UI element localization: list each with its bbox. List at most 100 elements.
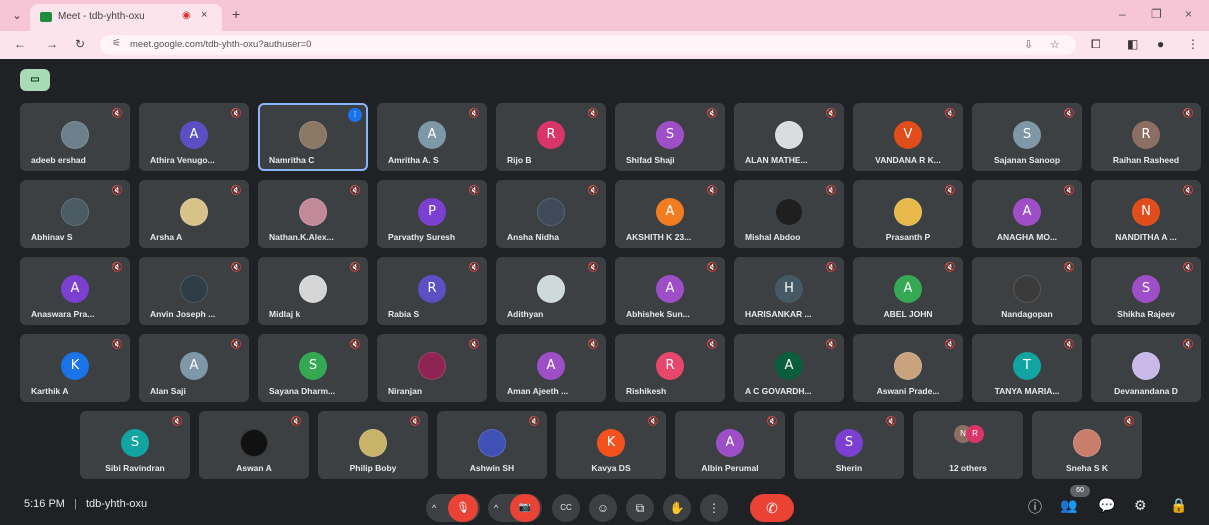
browser-menu-icon[interactable]: ⋮ <box>1187 37 1199 51</box>
muted-mic-icon: 🔇 <box>944 262 956 272</box>
browser-tab[interactable]: Meet - tdb-yhth-oxu ◉ × <box>30 4 222 31</box>
participant-tile[interactable]: 🔇 A Alan Saji <box>139 334 249 402</box>
bookmark-star-icon[interactable]: ☆ <box>1050 38 1060 51</box>
url-text[interactable]: meet.google.com/tdb-yhth-oxu?authuser=0 <box>130 39 311 50</box>
camera-permission-icon[interactable]: ⇩ <box>1024 38 1033 51</box>
participant-tile[interactable]: 🔇 K Karthik A <box>20 334 130 402</box>
raise-hand-button[interactable]: ✋ <box>663 494 691 522</box>
extensions-icon[interactable]: ⧠ <box>1091 37 1101 52</box>
participant-tile[interactable]: 🔇 A Albin Perumal <box>675 411 785 479</box>
activities-icon[interactable]: ⚙ <box>1134 497 1147 514</box>
participant-tile[interactable]: 🔇 A Abhishek Sun... <box>615 257 725 325</box>
muted-mic-icon: 🔇 <box>230 339 242 349</box>
omnibox[interactable]: ⚟ meet.google.com/tdb-yhth-oxu?authuser=… <box>100 35 1076 55</box>
participant-photo-avatar <box>61 198 89 226</box>
participant-tile[interactable]: 🔇 Ansha Nidha <box>496 180 606 248</box>
participant-tile[interactable]: 🔇 A AKSHITH K 23... <box>615 180 725 248</box>
participant-tile[interactable]: 🔇 S Sherin <box>794 411 904 479</box>
participant-tile[interactable]: 🔇 Abhinav S <box>20 180 130 248</box>
mic-options-chevron-icon[interactable]: ^ <box>432 494 436 522</box>
more-options-button[interactable]: ⋮ <box>700 494 728 522</box>
participant-tile[interactable]: 🔇 R Rabia S <box>377 257 487 325</box>
participant-tile[interactable]: 🔇 Aswan A <box>199 411 309 479</box>
emoji-reaction-button[interactable]: ☺ <box>589 494 617 522</box>
participant-tile[interactable]: 🔇 H HARISANKAR ... <box>734 257 844 325</box>
participant-initial-avatar: S <box>835 429 863 457</box>
camera-control[interactable]: ^ 📷 <box>488 494 542 522</box>
people-icon[interactable]: 👥 <box>1060 497 1077 514</box>
participant-tile[interactable]: 🔇 K Kavya DS <box>556 411 666 479</box>
participant-tile[interactable]: 🔇 A Amritha A. S <box>377 103 487 171</box>
muted-mic-icon: 🔇 <box>1063 262 1075 272</box>
participant-tile[interactable]: 🔇 Philip Boby <box>318 411 428 479</box>
participant-tile[interactable]: 🔇 Prasanth P <box>853 180 963 248</box>
participant-tile[interactable]: 🔇 S Shikha Rajeev <box>1091 257 1201 325</box>
participant-tile[interactable]: 🔇 Nandagopan <box>972 257 1082 325</box>
participant-tile[interactable]: 🔇 Adithyan <box>496 257 606 325</box>
participant-tile[interactable]: 🔇 A Anaswara Pra... <box>20 257 130 325</box>
participant-tile[interactable]: 🔇 Midlaj k <box>258 257 368 325</box>
camera-off-icon[interactable]: 📷 <box>510 494 540 522</box>
participant-name: Sajanan Sanoop <box>993 155 1061 165</box>
participant-name: TANYA MARIA... <box>994 386 1060 396</box>
participant-tile[interactable]: 🔇 T TANYA MARIA... <box>972 334 1082 402</box>
camera-options-chevron-icon[interactable]: ^ <box>494 494 498 522</box>
participant-tile[interactable]: 🔇 Anvin Joseph ... <box>139 257 249 325</box>
participant-tile[interactable]: 🔇 R Raihan Rasheed <box>1091 103 1201 171</box>
end-call-button[interactable]: ✆ <box>750 494 794 522</box>
participant-tile[interactable]: 🔇 S Sibi Ravindran <box>80 411 190 479</box>
chat-icon[interactable]: 💬 <box>1098 497 1115 514</box>
meeting-info-icon[interactable]: ⓘ <box>1028 497 1042 517</box>
participant-tile[interactable]: 🔇 A Aman Ajeeth ... <box>496 334 606 402</box>
participant-tile[interactable]: 🔇 Ashwin SH <box>437 411 547 479</box>
host-controls-icon[interactable]: 🔒 <box>1170 497 1187 514</box>
participant-tile[interactable]: 🔇 A A C GOVARDH... <box>734 334 844 402</box>
participant-tile[interactable]: 🔇 R Rijo B <box>496 103 606 171</box>
participant-tile[interactable]: 🔇 ALAN MATHE... <box>734 103 844 171</box>
participant-tile[interactable]: 🔇 A ABEL JOHN <box>853 257 963 325</box>
participant-tile[interactable]: 🔇 S Shifad Shaji <box>615 103 725 171</box>
participant-tile[interactable]: 🔇 adeeb ershad <box>20 103 130 171</box>
tab-close-button[interactable]: × <box>201 9 207 21</box>
captions-button[interactable]: CC <box>552 494 580 522</box>
window-close-button[interactable]: × <box>1185 7 1192 21</box>
tab-list-chevron-icon[interactable]: ⌄ <box>8 8 26 24</box>
site-settings-icon[interactable]: ⚟ <box>112 38 121 49</box>
participant-name: Amritha A. S <box>388 155 439 165</box>
participant-tile[interactable]: 🔇 S Sayana Dharm... <box>258 334 368 402</box>
muted-mic-icon: 🔇 <box>230 262 242 272</box>
mic-off-icon[interactable]: 🎙 <box>448 494 478 522</box>
new-tab-button[interactable]: + <box>232 6 240 22</box>
participant-tile[interactable]: 🔇 V VANDANA R K... <box>853 103 963 171</box>
participant-initial-avatar: T <box>1013 352 1041 380</box>
participant-tile[interactable]: 🔇 Nathan.K.Alex... <box>258 180 368 248</box>
participant-tile[interactable]: 🔇 Arsha A <box>139 180 249 248</box>
sidepanel-icon[interactable]: ◧ <box>1127 37 1138 51</box>
present-screen-button[interactable]: ⧉ <box>626 494 654 522</box>
participant-tile[interactable]: 🔇 Mishal Abdoo <box>734 180 844 248</box>
participant-tile[interactable]: 🔇 P Parvathy Suresh <box>377 180 487 248</box>
participant-tile[interactable]: 🔇 Niranjan <box>377 334 487 402</box>
participant-name: Nathan.K.Alex... <box>269 232 334 242</box>
participant-tile[interactable]: N R 12 others <box>913 411 1023 479</box>
participant-photo-avatar <box>775 121 803 149</box>
participant-tile[interactable]: 🔇 A Athira Venugo... <box>139 103 249 171</box>
reload-icon[interactable]: ↻ <box>75 37 85 51</box>
mic-control[interactable]: ^ 🎙 <box>426 494 480 522</box>
window-restore-button[interactable]: ❐ <box>1151 7 1162 21</box>
participant-tile[interactable]: 🔇 Aswani Prade... <box>853 334 963 402</box>
participant-tile[interactable]: 🔇 S Sajanan Sanoop <box>972 103 1082 171</box>
back-arrow-icon[interactable]: ← <box>14 37 26 51</box>
participant-tile[interactable]: ⁞ Namritha C <box>258 103 368 171</box>
participant-tile[interactable]: 🔇 Sneha S K <box>1032 411 1142 479</box>
participant-tile[interactable]: 🔇 N NANDITHA A ... <box>1091 180 1201 248</box>
meeting-details-icon[interactable]: ▭ <box>20 69 50 91</box>
participant-tile[interactable]: 🔇 R Rishikesh <box>615 334 725 402</box>
participant-name: Aswani Prade... <box>876 386 940 396</box>
window-minimize-button[interactable]: – <box>1119 7 1126 21</box>
participant-tile[interactable]: 🔇 Devanandana D <box>1091 334 1201 402</box>
participant-tile[interactable]: 🔇 A ANAGHA MO... <box>972 180 1082 248</box>
participant-initial-avatar: A <box>537 352 565 380</box>
profile-avatar-icon[interactable]: ● <box>1157 37 1164 51</box>
forward-arrow-icon[interactable]: → <box>46 37 58 51</box>
